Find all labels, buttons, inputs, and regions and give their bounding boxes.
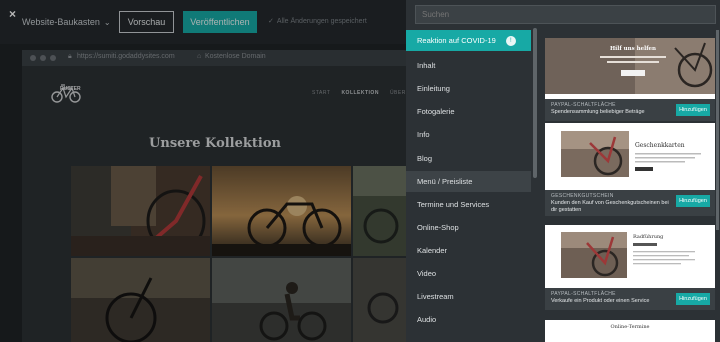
- site-menu-label: Website-Baukasten: [22, 17, 100, 27]
- category-blog[interactable]: Blog: [406, 148, 531, 169]
- category-label: Livestream: [417, 292, 454, 301]
- section-card[interactable]: Online-Termine: [545, 320, 715, 342]
- gallery-photo[interactable]: [353, 258, 408, 342]
- nav-item-start[interactable]: START: [312, 90, 330, 96]
- category-label: Einleitung: [417, 84, 450, 93]
- category-photo-gallery[interactable]: Fotogalerie: [406, 101, 531, 122]
- section-thumbnail: Geschenkkarten: [545, 123, 715, 185]
- save-status: ✓ Alle Änderungen gespeichert: [268, 17, 367, 26]
- preview-url: https://sumiti.godaddysites.com: [77, 53, 175, 60]
- add-section-button[interactable]: Hinzufügen: [676, 104, 710, 116]
- section-card[interactable]: Hilf uns helfen PAYPAL-SCHALTFLÄCHE Spen…: [545, 38, 715, 121]
- site-preview: 🔒︎ https://sumiti.godaddysites.com ⌂ Kos…: [22, 50, 408, 342]
- cards-scrollbar[interactable]: [716, 30, 719, 230]
- category-label: Kalender: [417, 246, 448, 255]
- section-description: Verkaufe ein Produkt oder einen Service: [551, 298, 650, 304]
- site-logo-text: RUSTER: [60, 86, 81, 92]
- category-label: Info: [417, 130, 430, 139]
- category-covid[interactable]: Reaktion auf COVID-19 !: [406, 30, 531, 51]
- section-kind: GESCHENKGUTSCHEIN: [551, 193, 614, 199]
- gallery-photo[interactable]: [71, 258, 210, 342]
- category-label: Fotogalerie: [417, 107, 455, 116]
- nav-item-about[interactable]: ÜBER: [390, 90, 406, 96]
- section-card[interactable]: Geschenkkarten GESCHENKGUTSCHEIN Kunden …: [545, 123, 715, 216]
- category-label: Inhalt: [417, 61, 436, 70]
- gallery-photo[interactable]: [353, 166, 408, 256]
- section-thumbnail: Radführung: [545, 225, 715, 283]
- lock-icon: 🔒︎: [68, 53, 72, 60]
- gallery-photo[interactable]: [212, 166, 351, 256]
- category-label: Audio: [417, 315, 437, 324]
- window-dot-icon: [30, 55, 36, 61]
- save-status-text: Alle Änderungen gespeichert: [276, 17, 367, 25]
- editor-toolbar: × Website-Baukasten ⌄ Vorschau Veröffent…: [0, 0, 408, 44]
- section-card-info: PAYPAL-SCHALTFLÄCHE Verkaufe ein Produkt…: [545, 288, 715, 310]
- add-section-button[interactable]: Hinzufügen: [676, 293, 710, 305]
- category-label: Blog: [417, 154, 433, 163]
- category-label: Termine und Services: [417, 200, 490, 209]
- window-dot-icon: [50, 55, 56, 61]
- section-card-info: PAYPAL-SCHALTFLÄCHE Spendensammlung beli…: [545, 99, 715, 121]
- add-section-button[interactable]: Hinzufügen: [676, 195, 710, 207]
- category-label: Video: [417, 269, 437, 278]
- nav-item-collection[interactable]: KOLLEKTION: [341, 90, 379, 96]
- gallery-photo[interactable]: [71, 166, 210, 256]
- section-cards: Hilf uns helfen PAYPAL-SCHALTFLÄCHE Spen…: [541, 28, 720, 342]
- category-info[interactable]: Info: [406, 124, 531, 145]
- preview-button[interactable]: Vorschau: [119, 11, 174, 33]
- editor-screen: × Website-Baukasten ⌄ Vorschau Veröffent…: [0, 0, 720, 342]
- page-title: Unsere Kollektion: [149, 136, 281, 151]
- publish-button[interactable]: Veröffentlichen: [183, 11, 257, 33]
- category-intro[interactable]: Einleitung: [406, 78, 531, 99]
- site-menu-dropdown[interactable]: Website-Baukasten ⌄: [22, 17, 111, 27]
- section-thumbnail: Hilf uns helfen: [545, 38, 715, 94]
- category-calendar[interactable]: Kalender: [406, 240, 531, 261]
- section-card-info: GESCHENKGUTSCHEIN Kunden den Kauf von Ge…: [545, 190, 715, 216]
- category-online-shop[interactable]: Online-Shop: [406, 217, 531, 238]
- section-description: Spendensammlung beliebiger Beträge: [551, 109, 645, 115]
- site-page: RUSTER START KOLLEKTION ÜBER Unsere Koll…: [22, 66, 408, 342]
- thumbnail-title: Geschenkkarten: [635, 142, 685, 149]
- section-kind: PAYPAL-SCHALTFLÄCHE: [551, 102, 616, 108]
- category-scrollbar[interactable]: [533, 28, 537, 178]
- site-nav: START KOLLEKTION ÜBER: [312, 90, 406, 96]
- site-logo[interactable]: [50, 80, 82, 104]
- category-livestream[interactable]: Livestream: [406, 286, 531, 307]
- category-label: Reaktion auf COVID-19: [417, 36, 496, 45]
- window-dot-icon: [40, 55, 46, 61]
- alert-icon: !: [505, 35, 516, 46]
- category-audio[interactable]: Audio: [406, 309, 531, 330]
- check-icon: ✓: [268, 18, 274, 25]
- section-description: Kunden den Kauf von Geschenkgutscheinen …: [551, 200, 669, 213]
- free-domain-link[interactable]: Kostenlose Domain: [205, 53, 266, 60]
- thumbnail-title: Radführung: [633, 234, 664, 240]
- category-content[interactable]: Inhalt: [406, 55, 531, 76]
- category-list: Reaktion auf COVID-19 ! Inhalt Einleitun…: [406, 28, 538, 342]
- close-icon[interactable]: ×: [9, 7, 16, 21]
- chevron-down-icon: ⌄: [103, 17, 111, 27]
- thumbnail-title: Online-Termine: [610, 324, 650, 330]
- category-menu-pricelist[interactable]: Menü / Preisliste: [406, 171, 531, 192]
- category-appointments[interactable]: Termine und Services: [406, 194, 531, 215]
- category-label: Menü / Preisliste: [417, 177, 473, 186]
- section-card[interactable]: Radführung PAYPAL-SCHALTFLÄCHE Verkaufe …: [545, 225, 715, 310]
- browser-bar: 🔒︎ https://sumiti.godaddysites.com ⌂ Kos…: [22, 50, 408, 66]
- gallery-photo[interactable]: [212, 258, 351, 342]
- search-input[interactable]: [415, 5, 716, 24]
- thumbnail-title: Hilf uns helfen: [610, 46, 656, 52]
- domain-icon: ⌂: [197, 53, 202, 60]
- section-kind: PAYPAL-SCHALTFLÄCHE: [551, 291, 616, 297]
- category-label: Online-Shop: [417, 223, 459, 232]
- category-video[interactable]: Video: [406, 263, 531, 284]
- photo-gallery: [71, 166, 408, 342]
